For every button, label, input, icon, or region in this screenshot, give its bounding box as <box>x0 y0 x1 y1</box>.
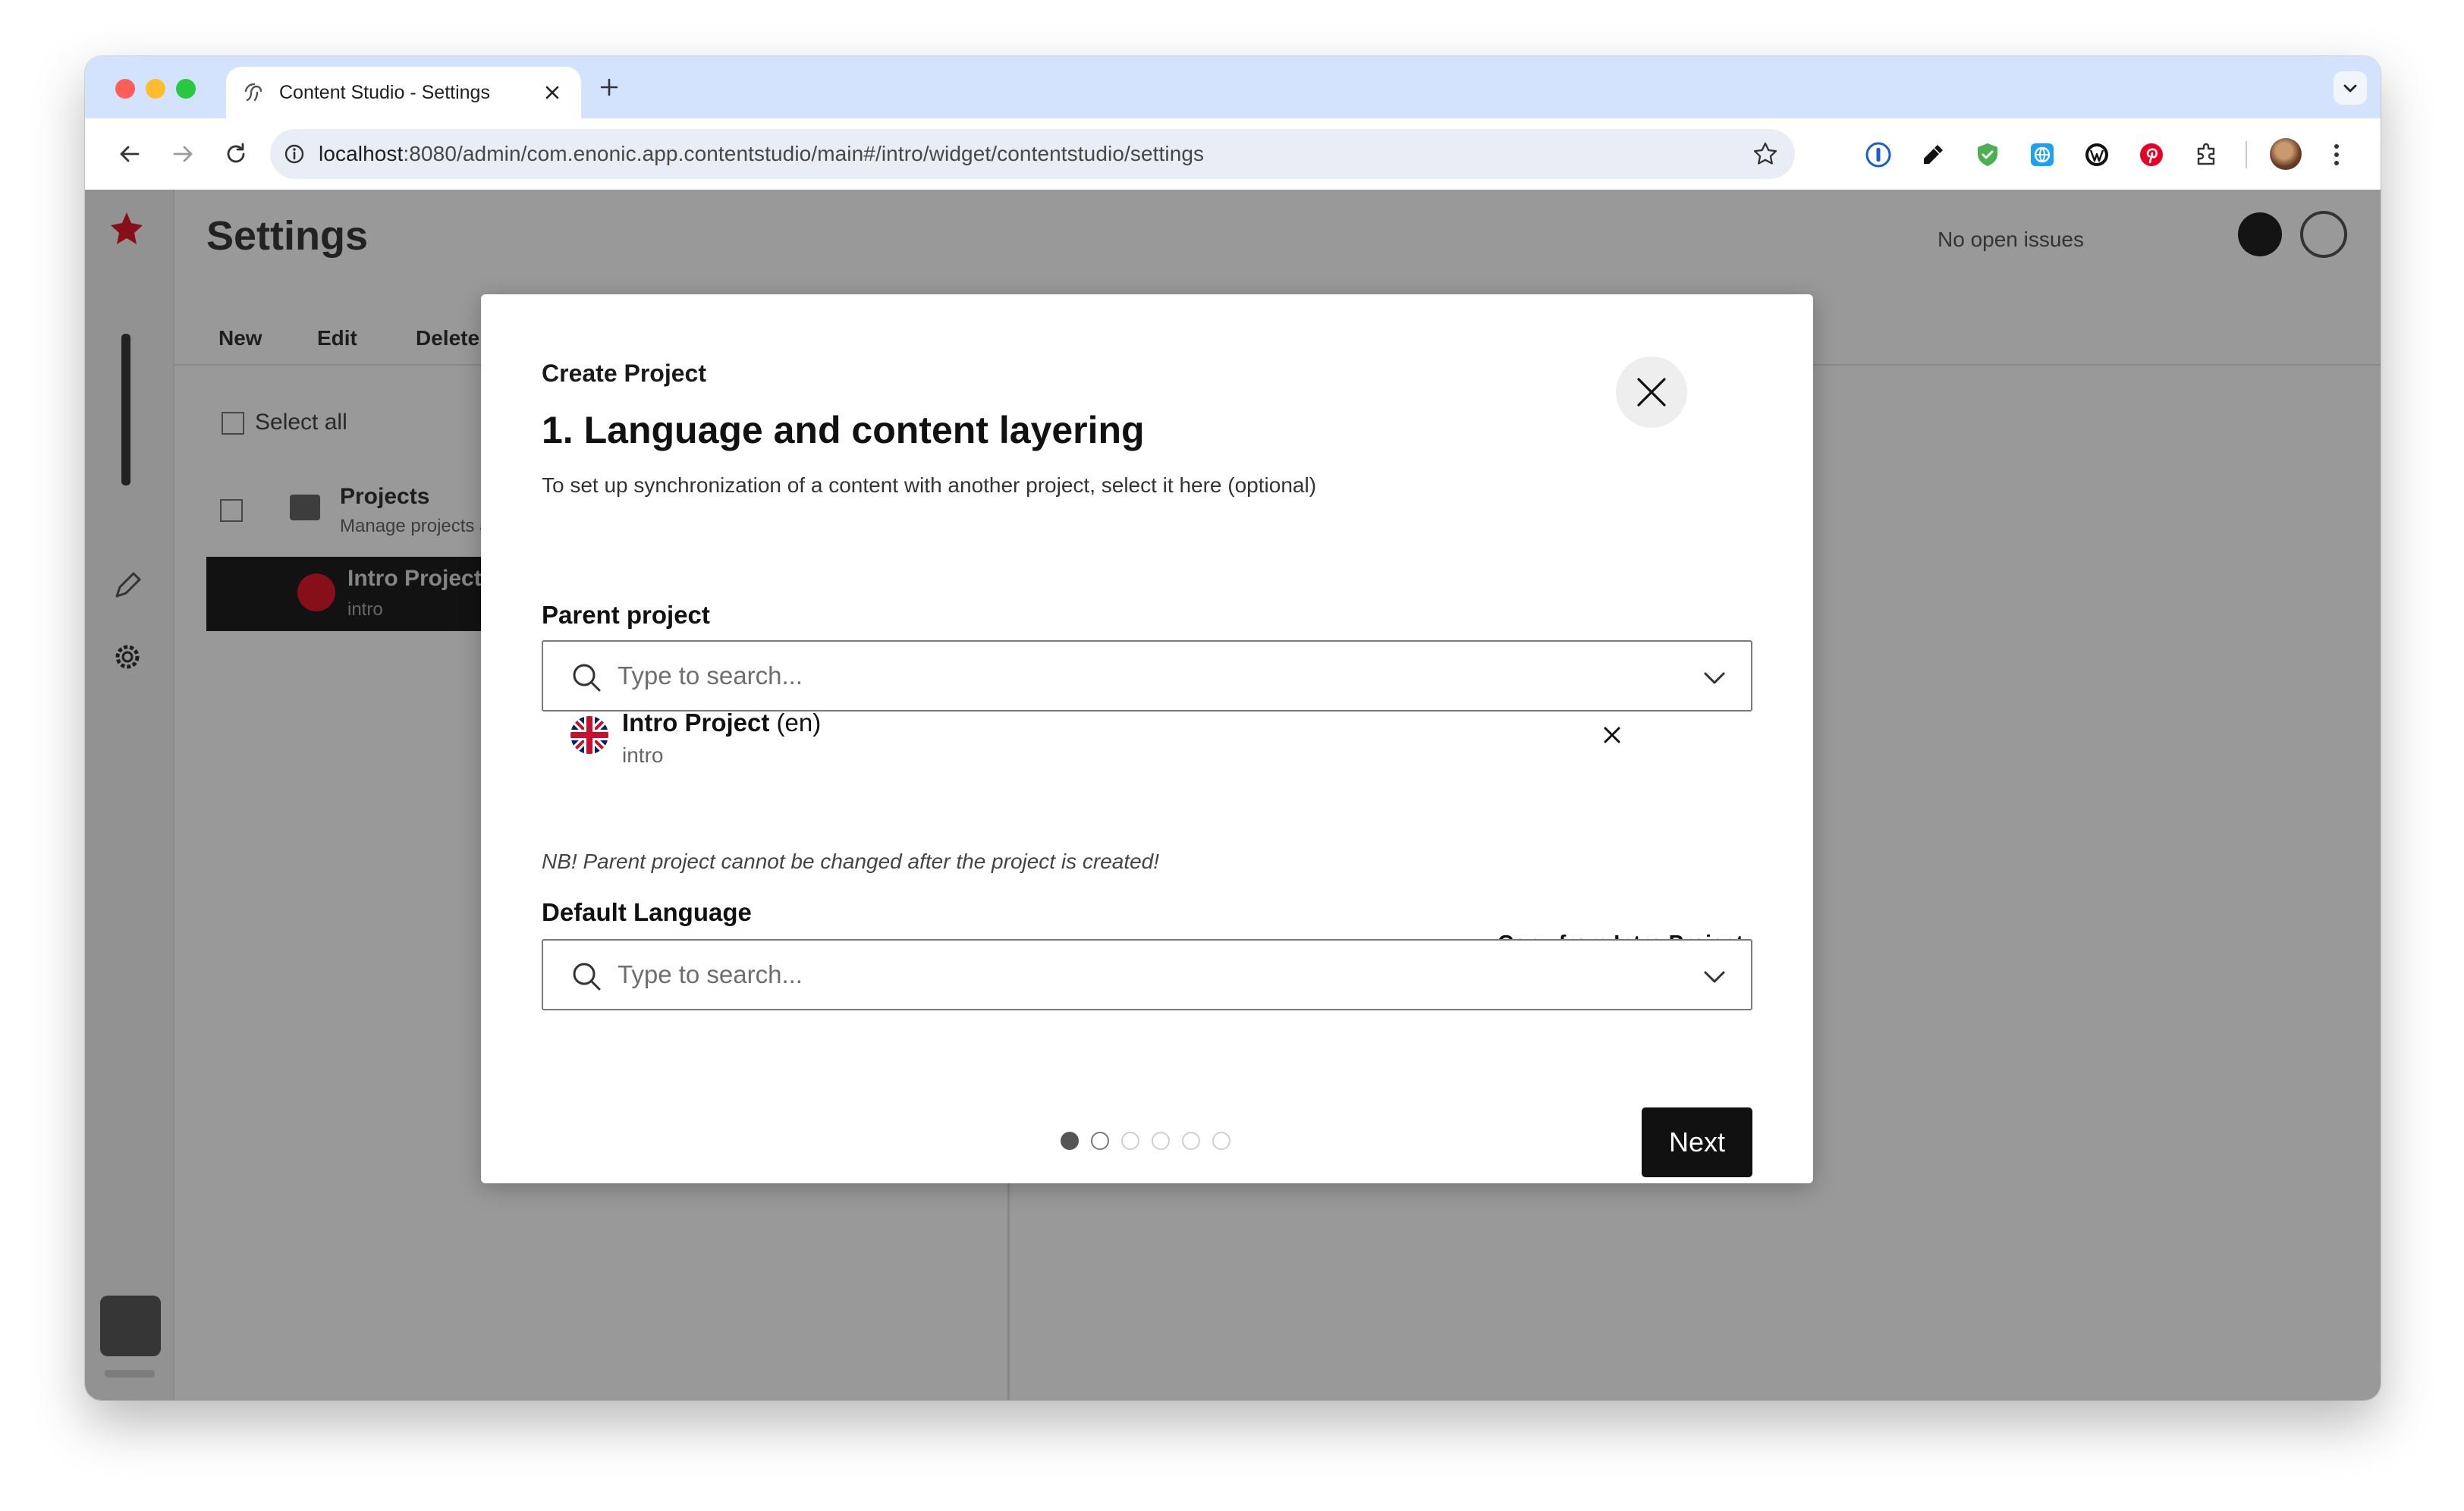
chevron-down-icon[interactable] <box>1701 963 1728 991</box>
selected-project-name: Intro Project (en) <box>622 708 821 737</box>
selected-project-lang: (en) <box>776 708 822 737</box>
url-path: :8080/admin/com.enonic.app.contentstudio… <box>403 142 1205 165</box>
chevron-down-icon[interactable] <box>1701 664 1728 692</box>
next-button[interactable]: Next <box>1642 1107 1752 1177</box>
tab-strip: Content Studio - Settings <box>85 56 2381 118</box>
dialog-title: 1. Language and content layering <box>542 409 1145 451</box>
toolbar-separator <box>2246 141 2247 168</box>
default-language-selector[interactable]: Type to search... <box>542 939 1752 1010</box>
shield-icon[interactable] <box>1974 141 2001 168</box>
parent-project-note: NB! Parent project cannot be changed aft… <box>542 850 1160 873</box>
pinterest-icon[interactable] <box>2138 141 2165 168</box>
default-language-label: Default Language <box>542 898 752 926</box>
extensions-puzzle-icon[interactable] <box>2192 141 2220 168</box>
uk-flag-icon <box>570 716 608 754</box>
globe-extension-icon[interactable] <box>2029 141 2056 168</box>
tab-title: Content Studio - Settings <box>279 82 490 103</box>
profile-avatar[interactable] <box>2270 138 2302 170</box>
dialog-kicker: Create Project <box>542 360 706 387</box>
remove-selection-icon[interactable] <box>1599 722 1625 748</box>
enonic-icon <box>244 83 262 102</box>
forward-arrow-icon[interactable] <box>168 140 197 168</box>
close-tab-icon[interactable] <box>540 80 564 105</box>
reload-icon[interactable] <box>222 140 250 168</box>
color-picker-icon[interactable] <box>1919 141 1947 168</box>
password-manager-icon[interactable] <box>1865 141 1892 168</box>
parent-project-label: Parent project <box>542 601 710 629</box>
step-dot-2 <box>1091 1132 1109 1150</box>
browser-tab[interactable]: Content Studio - Settings <box>226 67 581 118</box>
selected-project-id: intro <box>622 743 664 767</box>
step-dot-1 <box>1061 1132 1079 1150</box>
browser-toolbar: localhost:8080/admin/com.enonic.app.cont… <box>85 118 2381 190</box>
site-info-icon[interactable] <box>281 140 308 168</box>
search-icon <box>573 963 601 991</box>
tab-search-button[interactable] <box>2334 71 2367 105</box>
url-text: localhost:8080/admin/com.enonic.app.cont… <box>319 142 1204 166</box>
step-dot-5 <box>1182 1132 1200 1150</box>
step-dot-4 <box>1152 1132 1170 1150</box>
new-tab-icon[interactable] <box>596 74 622 100</box>
chevron-down-icon <box>2343 84 2357 93</box>
close-window-button[interactable] <box>115 79 135 99</box>
close-dialog-button[interactable] <box>1616 357 1687 428</box>
parent-project-input-placeholder[interactable]: Type to search... <box>618 661 803 690</box>
language-input-placeholder[interactable]: Type to search... <box>618 960 803 989</box>
create-project-dialog: Create Project 1. Language and content l… <box>481 294 1813 1183</box>
parent-project-selector[interactable]: Type to search... <box>542 640 1752 712</box>
close-icon <box>1637 378 1666 407</box>
selected-project-title: Intro Project <box>622 708 770 737</box>
url-host: localhost <box>319 142 404 165</box>
search-icon <box>573 664 601 692</box>
more-menu-icon[interactable] <box>2329 140 2344 170</box>
minimize-window-button[interactable] <box>146 79 165 99</box>
dialog-subtitle: To set up synchronization of a content w… <box>542 473 1317 497</box>
wordpress-icon[interactable] <box>2083 141 2110 168</box>
step-dot-6 <box>1212 1132 1230 1150</box>
step-dot-3 <box>1121 1132 1139 1150</box>
back-arrow-icon[interactable] <box>115 140 144 168</box>
address-bar[interactable]: localhost:8080/admin/com.enonic.app.cont… <box>270 129 1795 179</box>
bookmark-star-icon[interactable] <box>1751 140 1780 168</box>
maximize-window-button[interactable] <box>176 79 196 99</box>
